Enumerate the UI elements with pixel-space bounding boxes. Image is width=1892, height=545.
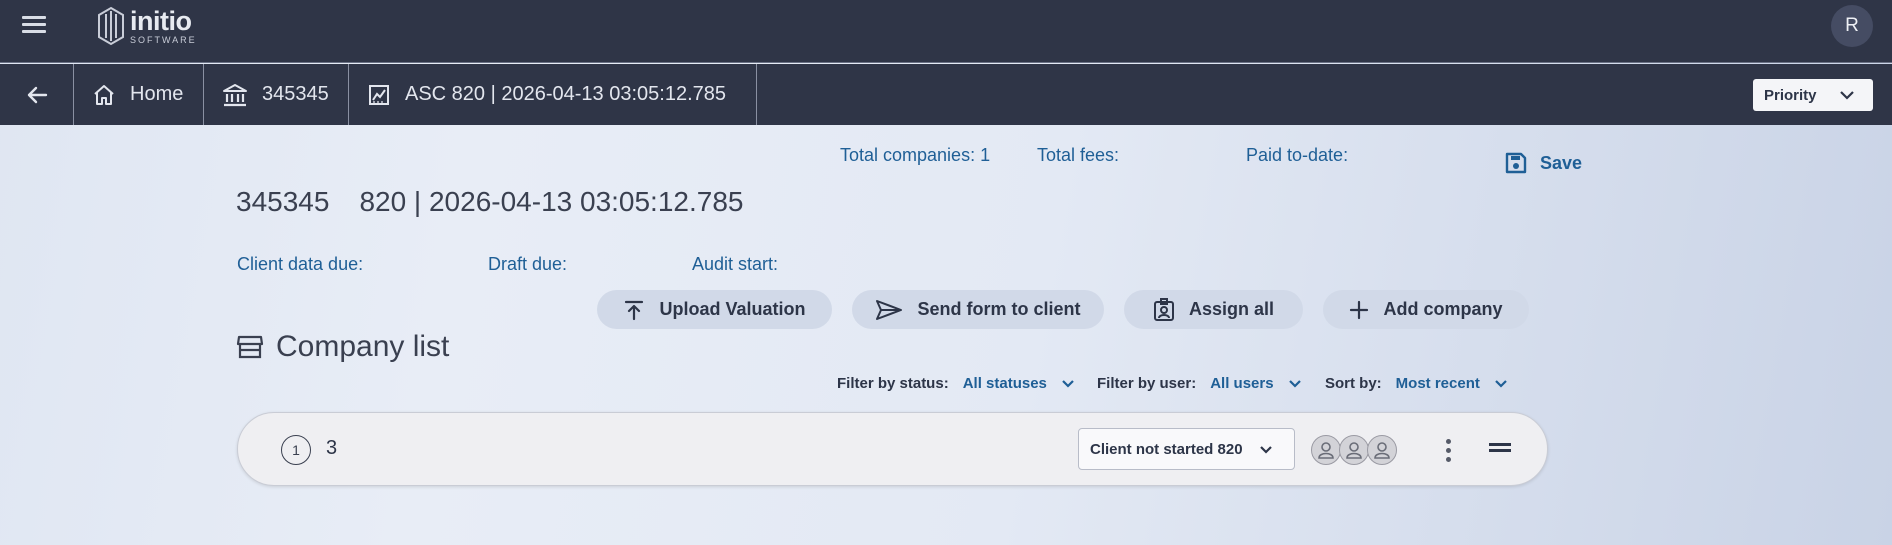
add-company-button[interactable]: Add company xyxy=(1323,290,1529,329)
back-button[interactable] xyxy=(0,64,74,125)
chevron-down-icon xyxy=(1288,380,1301,388)
upload-valuation-button[interactable]: Upload Valuation xyxy=(597,290,832,329)
store-icon xyxy=(236,335,264,359)
add-company-label: Add company xyxy=(1383,299,1503,319)
filter-status-label: Filter by status: xyxy=(837,375,949,392)
breadcrumb-client[interactable]: 345345 xyxy=(204,64,349,125)
assign-all-button[interactable]: Assign all xyxy=(1124,290,1303,329)
paid-to-date: Paid to-date: xyxy=(1246,145,1349,165)
breadcrumb-client-label: 345345 xyxy=(262,83,329,105)
assign-all-label: Assign all xyxy=(1188,299,1275,319)
breadcrumb-home-label: Home xyxy=(130,83,184,105)
sort-by: Sort by: Most recent xyxy=(1325,375,1508,392)
sort-by-dropdown[interactable]: Most recent xyxy=(1396,375,1508,392)
company-row[interactable]: 1 3 Client not started 820 xyxy=(237,412,1548,486)
company-name[interactable]: 3 xyxy=(326,437,337,460)
breadcrumb-report-label: ASC 820 | 2026-04-13 03:05:12.785 xyxy=(405,83,726,105)
breadcrumb-report[interactable]: ASC 820 | 2026-04-13 03:05:12.785 xyxy=(349,64,757,125)
company-list-title: Company list xyxy=(236,330,449,364)
client-data-due[interactable]: Client data due: xyxy=(237,254,363,275)
total-fees: Total fees: xyxy=(1037,145,1120,165)
chevron-down-icon xyxy=(1062,380,1074,388)
filter-user-dropdown[interactable]: All users xyxy=(1210,375,1301,392)
status-value: Client not started 820 xyxy=(1090,440,1243,458)
send-form-label: Send form to client xyxy=(917,299,1081,319)
badge-icon xyxy=(1153,297,1174,321)
logo-name: initio xyxy=(130,5,192,36)
user-placeholder-icon[interactable] xyxy=(1339,435,1369,465)
breadcrumb-home[interactable]: Home xyxy=(74,64,204,125)
save-icon xyxy=(1505,152,1527,174)
upload-icon xyxy=(625,300,644,320)
filter-user: Filter by user: All users xyxy=(1097,375,1302,392)
logo-mark-icon xyxy=(98,6,124,46)
logo[interactable]: initio SOFTWARE xyxy=(96,4,197,48)
sort-by-label: Sort by: xyxy=(1325,375,1382,392)
user-placeholder-icon[interactable] xyxy=(1311,435,1341,465)
bank-icon xyxy=(223,83,247,106)
drag-handle-icon[interactable] xyxy=(1489,443,1511,457)
page-title-name: 820 | 2026-04-13 03:05:12.785 xyxy=(359,186,744,217)
chevron-down-icon xyxy=(1839,91,1854,100)
priority-label: Priority xyxy=(1764,86,1817,104)
assigned-users xyxy=(1311,435,1397,465)
row-number: 1 xyxy=(281,435,311,465)
filter-status: Filter by status: All statuses xyxy=(837,375,1075,392)
breadcrumb-bar: Home 345345 ASC 820 | 2026-04-13 03:05:1… xyxy=(0,64,1892,125)
chart-icon xyxy=(369,84,389,105)
page-title-id: 345345 xyxy=(236,186,330,217)
chevron-down-icon xyxy=(1259,445,1272,454)
filter-user-value: All users xyxy=(1210,375,1274,392)
filter-status-dropdown[interactable]: All statuses xyxy=(963,375,1075,392)
save-button[interactable]: Save xyxy=(1504,151,1582,175)
arrow-left-icon xyxy=(27,86,47,103)
logo-subtitle: SOFTWARE xyxy=(130,34,197,45)
upload-valuation-label: Upload Valuation xyxy=(659,299,806,319)
draft-due[interactable]: Draft due: xyxy=(488,254,567,275)
send-icon xyxy=(876,299,903,320)
home-icon xyxy=(94,84,114,105)
filter-user-label: Filter by user: xyxy=(1097,375,1197,392)
priority-dropdown[interactable]: Priority xyxy=(1753,79,1873,111)
user-placeholder-icon[interactable] xyxy=(1367,435,1397,465)
audit-start[interactable]: Audit start: xyxy=(692,254,778,275)
status-dropdown[interactable]: Client not started 820 xyxy=(1078,428,1295,470)
plus-icon xyxy=(1350,300,1369,319)
menu-icon[interactable] xyxy=(20,13,48,37)
company-list-label: Company list xyxy=(276,330,450,363)
user-avatar[interactable]: R xyxy=(1831,5,1873,47)
page-title: 345345 820 | 2026-04-13 03:05:12.785 xyxy=(236,186,743,218)
filter-status-value: All statuses xyxy=(962,375,1047,392)
send-form-button[interactable]: Send form to client xyxy=(852,290,1104,329)
sort-by-value: Most recent xyxy=(1395,375,1480,392)
top-bar: initio SOFTWARE R xyxy=(0,0,1892,63)
more-options-icon[interactable] xyxy=(1438,435,1458,465)
total-companies: Total companies: 1 xyxy=(840,145,991,165)
chevron-down-icon xyxy=(1495,380,1507,388)
save-label: Save xyxy=(1540,152,1583,173)
